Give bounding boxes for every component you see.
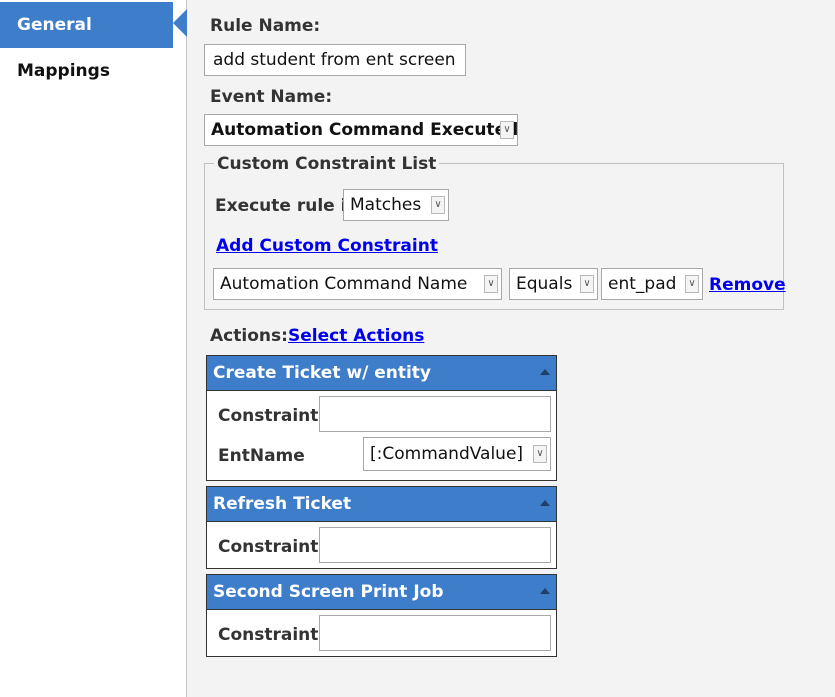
- constraint-value-value: ent_pad: [608, 274, 677, 294]
- rule-name-label: Rule Name:: [210, 16, 321, 36]
- entname-label: EntName: [218, 446, 305, 466]
- active-indicator-arrow-icon: [173, 9, 187, 37]
- constraint-input[interactable]: [319, 396, 551, 432]
- sidebar-item-general-settings[interactable]: General Settings: [0, 2, 173, 81]
- constraint-input[interactable]: [319, 527, 551, 563]
- collapse-icon[interactable]: [540, 588, 550, 594]
- chevron-down-icon: ∨: [580, 275, 594, 293]
- action-panel-title: Refresh Ticket: [213, 494, 352, 514]
- entname-select[interactable]: [:CommandValue] ∨: [363, 437, 551, 471]
- select-actions-link[interactable]: Select Actions: [288, 326, 424, 346]
- entname-value: [:CommandValue]: [370, 444, 524, 464]
- chevron-down-icon: ∨: [431, 196, 445, 214]
- constraint-field-value: Automation Command Name: [220, 274, 468, 294]
- action-panel-refresh-ticket: Refresh Ticket Constraint:: [206, 486, 557, 569]
- chevron-down-icon: ∨: [533, 445, 547, 463]
- constraint-label: Constraint:: [218, 625, 326, 645]
- rule-name-input[interactable]: add student from ent screen: [204, 44, 466, 76]
- collapse-icon[interactable]: [540, 500, 550, 506]
- constraint-operator-select[interactable]: Equals ∨: [509, 268, 598, 300]
- constraint-input[interactable]: [319, 615, 551, 651]
- action-panel-second-screen-print-job: Second Screen Print Job Constraint:: [206, 574, 557, 657]
- action-panel-title: Create Ticket w/ entity: [213, 363, 431, 383]
- sidebar-item-mappings[interactable]: Mappings: [0, 48, 186, 94]
- execute-rule-value: Matches: [350, 195, 422, 215]
- actions-label: Actions:: [210, 326, 288, 346]
- execute-rule-select[interactable]: Matches ∨: [343, 189, 449, 221]
- chevron-down-icon: ∨: [500, 121, 514, 139]
- chevron-down-icon: ∨: [484, 275, 498, 293]
- event-name-value: Automation Command Executed: [211, 120, 518, 140]
- custom-constraint-legend: Custom Constraint List: [214, 154, 440, 174]
- constraint-value-select[interactable]: ent_pad ∨: [601, 268, 703, 300]
- action-panel-header[interactable]: Create Ticket w/ entity: [207, 356, 556, 391]
- add-custom-constraint-link[interactable]: Add Custom Constraint: [216, 236, 438, 256]
- event-name-select[interactable]: Automation Command Executed ∨: [204, 114, 518, 146]
- chevron-down-icon: ∨: [685, 275, 699, 293]
- action-panel-header[interactable]: Refresh Ticket: [207, 487, 556, 522]
- remove-constraint-link[interactable]: Remove: [709, 275, 786, 295]
- constraint-field-select[interactable]: Automation Command Name ∨: [213, 268, 502, 300]
- action-panel-header[interactable]: Second Screen Print Job: [207, 575, 556, 610]
- constraint-label: Constraint:: [218, 406, 326, 426]
- event-name-label: Event Name:: [210, 87, 333, 107]
- collapse-icon[interactable]: [540, 369, 550, 375]
- sidebar: General Settings Mappings: [0, 0, 187, 697]
- execute-rule-label: Execute rule if: [215, 196, 354, 216]
- action-panel-title: Second Screen Print Job: [213, 582, 444, 602]
- sidebar-item-label: Mappings: [17, 61, 110, 81]
- rule-name-value: add student from ent screen: [213, 50, 456, 70]
- constraint-label: Constraint:: [218, 537, 326, 557]
- action-panel-create-ticket: Create Ticket w/ entity Constraint: EntN…: [206, 355, 557, 481]
- constraint-operator-value: Equals: [516, 274, 573, 294]
